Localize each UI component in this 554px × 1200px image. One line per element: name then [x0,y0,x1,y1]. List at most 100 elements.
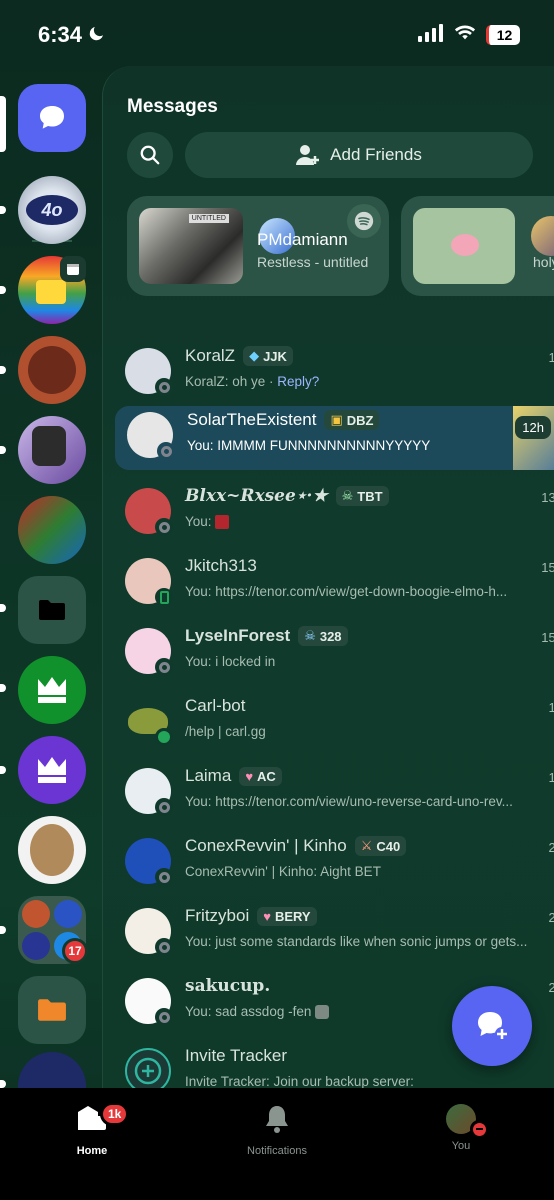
dm-row-active[interactable]: SolarTheExistent ▣ DBZ You: IMMMM FUNNNNN… [115,406,554,470]
server-4o-logo: 4o [26,195,78,225]
dm-row[interactable]: Blxx~Rxsee⋆·★ ☠TBT You: 13h [113,482,554,546]
crown-icon [38,757,66,783]
folder-preview-3 [22,932,50,960]
server-avatar-face [36,280,66,304]
server-crown-purple[interactable] [18,736,86,804]
dm-preview: You: https://tenor.com/view/get-down-boo… [185,584,508,599]
dm-row[interactable]: Laima ♥ AC You: https://tenor.com/view/un… [113,762,554,826]
dm-row[interactable]: LyseInForest ☠328 You: i locked in 15h [113,622,554,686]
server-avatar-art [32,426,66,466]
new-message-icon [478,1012,509,1041]
dm-time: 2d [548,910,554,925]
lotus-flower [451,234,479,256]
dm-preview: You: just some standards like when sonic… [185,934,528,949]
guild-tag: ▣ DBZ [324,410,380,430]
dm-name-text: ConexRevvin' | Kinho [185,836,347,855]
offline-status-icon [157,442,175,460]
dm-name: Laima ♥ AC [185,766,282,786]
guild-tag-text: BERY [274,908,311,924]
dm-row[interactable]: Jkitch313 You: https://tenor.com/view/ge… [113,552,554,616]
avatar [531,216,554,256]
dm-row[interactable]: KoralZ ◆JJK KoralZ: oh ye · Reply? 1d [113,342,554,406]
guild-tag: ◆ JJK [243,346,293,366]
activity-card-pmdamiann[interactable]: UNTITLED PMdamiann Restless - untitled [127,196,389,296]
heart-icon: ♥ [263,908,271,924]
album-label: UNTITLED [188,214,229,223]
server-4o[interactable]: 4o [18,176,86,244]
unread-pip [0,684,6,692]
dm-preview: You: IMMMM FUNNNNNNNNNNYYYYY [187,438,431,453]
nav-notifications-label: Notifications [247,1145,307,1157]
diamond-icon: ◆ [249,348,260,363]
offline-status-icon [155,518,173,536]
server-rail: 4o 17 [0,80,102,1120]
unread-pip [0,604,6,612]
emoji-icon [315,1005,330,1020]
card-status: holy [533,254,554,270]
skull-icon: ☠ [304,628,316,643]
unread-pip [0,286,6,294]
server-robot[interactable] [18,416,86,484]
messages-panel: Messages Add Friends UNTITLED PMdamiann … [102,66,554,1094]
dm-preview: ConexRevvin' | Kinho: Aight BET [185,864,381,879]
server-sackboy[interactable] [18,816,86,884]
dm-row[interactable]: ConexRevvin' | Kinho ⚔ C40 ConexRevvin' |… [113,832,554,896]
bell-icon [266,1106,288,1133]
server-avatar-art [30,824,74,876]
clock: 6:34 [38,22,83,47]
dm-name: LyseInForest ☠ 328 [185,626,348,646]
dm-preview: KoralZ: oh ye · Reply? [185,374,320,389]
skull-icon: ☠ [341,488,354,503]
nav-you[interactable]: You [401,1104,521,1152]
offline-status-icon [155,378,173,396]
crown-icon [38,677,66,703]
home-badge: 1k [100,1102,130,1126]
search-button[interactable] [127,132,173,178]
server-sonic-group[interactable] [18,496,86,564]
dm-preview: You: i locked in [185,654,276,669]
online-status-icon [155,728,173,746]
direct-messages-button[interactable] [18,84,86,152]
dm-preview: You: https://tenor.com/view/uno-reverse-… [185,794,513,809]
unread-pip [0,926,6,934]
folder-preview-1 [22,900,50,928]
reply-link[interactable]: Reply? [277,374,319,389]
sword-icon: ⚔ [360,838,373,853]
server-character[interactable] [18,336,86,404]
dm-row[interactable]: Fritzyboi ♥ BERY You: just some standards… [113,902,554,966]
nav-home-label: Home [76,1145,108,1157]
server-folder[interactable] [18,576,86,644]
bottom-navigation: Home 1k Notifications You [0,1088,554,1200]
dm-preview-text: You: sad assdog -fen [185,1004,312,1019]
guild-tag: ♥ BERY [257,906,317,926]
nav-notifications[interactable]: Notifications [217,1104,337,1157]
unread-pip [0,446,6,454]
dm-name-text: LyseInForest [185,626,291,645]
lily-pad-art [413,208,515,284]
spotify-icon [347,204,381,238]
status-time: 6:34 [38,22,106,48]
server-crown-green[interactable] [18,656,86,724]
new-message-button[interactable] [452,986,532,1066]
dm-time: 1d [548,770,554,785]
add-friends-label: Add Friends [330,145,422,164]
nav-home[interactable]: Home [32,1104,152,1157]
dm-name-text: KoralZ [185,346,236,365]
dm-name-text: sakucup. [185,976,271,996]
unread-pip [0,1080,6,1088]
unread-pip [0,366,6,374]
dm-name: Invite Tracker [185,1046,287,1066]
activity-card-2[interactable]: holy [401,196,554,296]
dm-row[interactable]: Carl-bot /help | carl.gg 1d [113,692,554,756]
offline-status-icon [155,798,173,816]
dnd-status-icon [470,1120,488,1138]
add-friend-icon [296,145,320,165]
dm-time: 15h [541,630,554,645]
add-friends-button[interactable]: Add Friends [185,132,533,178]
server-avatar-art [28,346,76,394]
battery-icon: 12 [486,25,520,45]
dm-name-text: Blxx~Rxsee⋆·★ [185,486,328,506]
dm-name: Carl-bot [185,696,245,716]
server-folder-orange[interactable] [18,976,86,1044]
dm-name: SolarTheExistent ▣ DBZ [187,410,380,430]
